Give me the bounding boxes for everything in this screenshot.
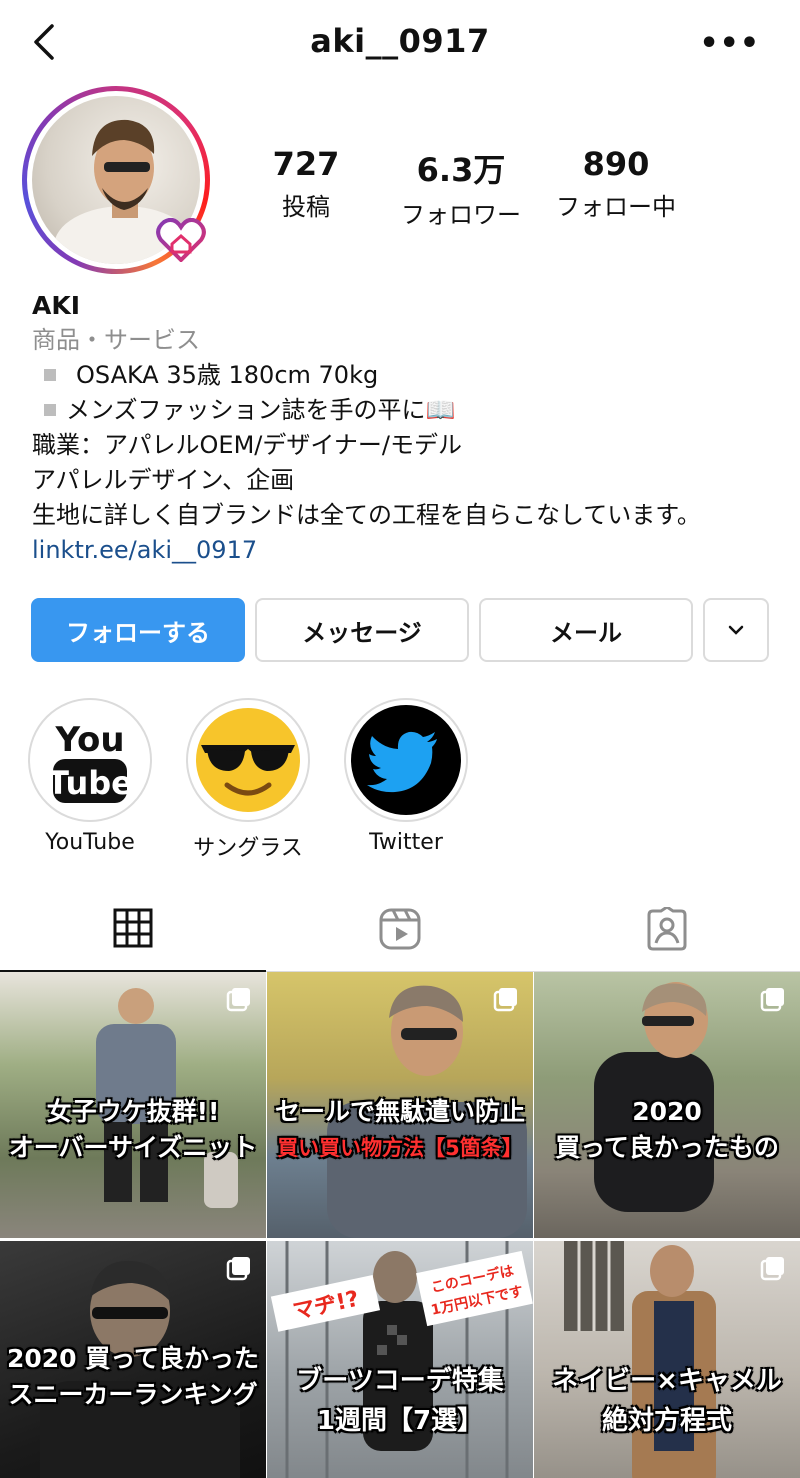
sunglasses-emoji-icon xyxy=(196,708,300,812)
message-button[interactable]: メッセージ xyxy=(255,598,469,662)
profile-tabs xyxy=(0,886,800,972)
bullet-square-icon xyxy=(44,369,56,381)
bio-line: 生地に詳しく自ブランドは全ての工程を自らこなしています。 xyxy=(32,501,701,529)
more-options-icon[interactable]: ••• xyxy=(699,26,760,61)
stat-value: 890 xyxy=(582,145,650,183)
carousel-icon xyxy=(760,988,784,1012)
post-caption: 2020 買って良かった スニーカーランキング xyxy=(6,1344,260,1409)
post-thumbnail[interactable]: ネイビー×キャメル 絶対方程式 xyxy=(534,1241,800,1478)
post-caption: ネイビー×キャメル 絶対方程式 xyxy=(552,1366,782,1436)
posts-grid: 女子ウケ抜群!! オーバーサイズニット セールで無駄遣い防止 買い買い物方法【5箇条… xyxy=(0,972,800,1478)
highlight-label: YouTube xyxy=(45,830,135,855)
tagged-person-icon xyxy=(647,907,687,951)
bio-line: OSAKA 35歳 180cm 70kg xyxy=(32,358,772,393)
carousel-icon xyxy=(493,988,517,1012)
stat-label: フォロー中 xyxy=(556,193,676,221)
post-caption: セールで無駄遣い防止 買い買い物方法【5箇条】 xyxy=(274,1097,525,1160)
grid-icon xyxy=(113,908,153,948)
highlight-label: Twitter xyxy=(369,830,443,855)
post-caption: ブーツコーデ特集 1週間【7選】 xyxy=(296,1366,504,1436)
youtube-logo-icon: You Tube xyxy=(47,720,133,803)
twitter-bird-icon xyxy=(367,731,437,793)
bullet-square-icon xyxy=(44,404,56,416)
profile-bio: AKI 商品・サービス OSAKA 35歳 180cm 70kg メンズファッシ… xyxy=(32,288,772,568)
post-thumbnail[interactable]: 2020 買って良かった スニーカーランキング xyxy=(0,1241,266,1478)
highlight-sunglasses[interactable]: サングラス xyxy=(186,698,310,862)
bio-line: 職業：アパレルOEM/デザイナー/モデル xyxy=(32,431,462,459)
stat-label: 投稿 xyxy=(282,193,330,221)
post-photo: マヂ!? このコーデは1万円以下です xyxy=(270,1241,533,1478)
followers-count[interactable]: 6.3万 フォロワー xyxy=(381,145,541,230)
highlight-label: サングラス xyxy=(193,836,303,861)
carousel-icon xyxy=(760,1257,784,1281)
display-name: AKI xyxy=(32,291,81,320)
svg-text:You: You xyxy=(54,720,124,760)
profile-username: aki__0917 xyxy=(310,22,490,60)
category-label: 商品・サービス xyxy=(32,326,200,354)
following-count[interactable]: 890 フォロー中 xyxy=(536,145,696,222)
highlight-twitter[interactable]: Twitter xyxy=(344,698,468,855)
posts-count[interactable]: 727 投稿 xyxy=(226,145,386,222)
stat-label: フォロワー xyxy=(401,201,521,229)
stat-value: 727 xyxy=(272,145,340,183)
chevron-down-icon xyxy=(728,625,744,635)
reels-icon xyxy=(379,908,421,950)
post-caption: 女子ウケ抜群!! オーバーサイズニット xyxy=(8,1097,258,1162)
carousel-icon xyxy=(226,988,250,1012)
svg-text:Tube: Tube xyxy=(47,764,133,802)
post-thumbnail[interactable]: 2020 買って良かったもの xyxy=(534,972,800,1238)
post-caption: 2020 買って良かったもの xyxy=(555,1097,779,1162)
post-thumbnail[interactable]: セールで無駄遣い防止 買い買い物方法【5箇条】 xyxy=(267,972,533,1238)
shop-badge-icon xyxy=(156,218,206,262)
post-thumbnail[interactable]: マヂ!? このコーデは 1万円以下です ブーツコーデ特集 1週間【7選】 xyxy=(267,1241,533,1478)
highlight-youtube[interactable]: You Tube YouTube xyxy=(28,698,152,855)
suggested-dropdown-button[interactable] xyxy=(703,598,769,662)
follow-button[interactable]: フォローする xyxy=(31,598,245,662)
post-thumbnail[interactable]: 女子ウケ抜群!! オーバーサイズニット xyxy=(0,972,266,1238)
mail-button[interactable]: メール xyxy=(479,598,693,662)
bio-line: メンズファッション誌を手の平に📖 xyxy=(32,393,772,428)
tab-reels[interactable] xyxy=(267,886,533,972)
bio-link[interactable]: linktr.ee/aki__0917 xyxy=(32,533,772,568)
bio-line: アパレルデザイン、企画 xyxy=(32,466,295,494)
stat-value: 6.3万 xyxy=(416,151,506,189)
carousel-icon xyxy=(226,1257,250,1281)
tab-posts-grid[interactable] xyxy=(0,886,266,972)
top-bar: aki__0917 ••• xyxy=(0,0,800,86)
tab-tagged[interactable] xyxy=(534,886,800,972)
